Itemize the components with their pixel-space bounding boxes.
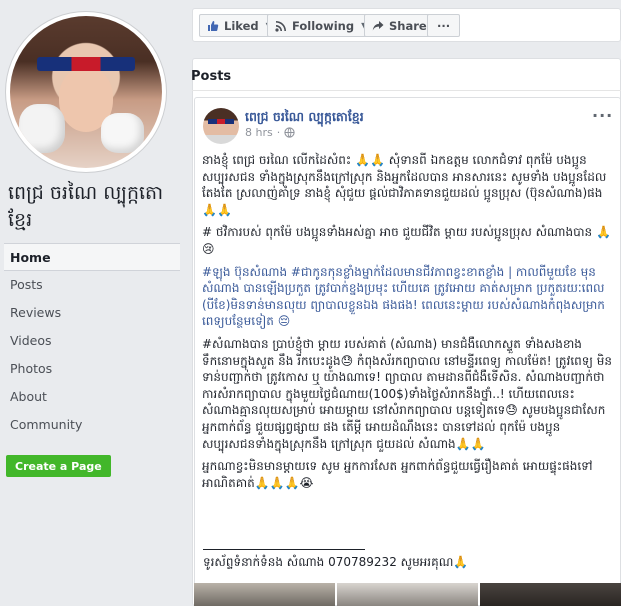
share-button[interactable]: Share	[364, 14, 435, 37]
more-icon: ···	[437, 18, 451, 33]
author-avatar[interactable]	[203, 108, 239, 144]
nav-item-posts[interactable]: Posts	[4, 271, 180, 299]
post-timestamp[interactable]: 8 hrs	[245, 126, 273, 139]
page-nav: Home Posts Reviews Videos Photos About C…	[4, 243, 180, 439]
boxing-glove	[101, 113, 144, 153]
create-page-button[interactable]: Create a Page	[6, 455, 111, 477]
globe-icon	[284, 127, 295, 138]
post-paragraph: # ថវិការបស់ ពុកម៉ែ បងប្អូនទាំងអស់គ្នា អា…	[202, 225, 611, 256]
nav-item-community[interactable]: Community	[4, 411, 180, 439]
nav-item-home[interactable]: Home	[4, 243, 180, 271]
post-paragraph-hashtag: #ឡុង ប៊ុនសំណាង #ជាកូនកុនខ្លាំងម្នាក់ដែលម…	[202, 264, 605, 329]
more-actions-button[interactable]: ···	[427, 14, 461, 37]
post-photo[interactable]	[194, 583, 335, 606]
thumbs-up-icon	[208, 20, 219, 31]
left-column: ពេជ្រ ចរណៃ ល្បុក្កតោខ្មែរ Home Posts Rev…	[0, 0, 182, 606]
post-photo[interactable]	[337, 583, 478, 606]
post-meta: 8 hrs ·	[245, 126, 295, 139]
post-paragraph: នាងខ្ញុំ ពេជ្រ ចរណៃ លើកដៃសំពះ 🙏🙏 សុំទានព…	[202, 153, 607, 217]
nav-item-videos[interactable]: Videos	[4, 327, 180, 355]
following-label: Following	[292, 18, 355, 33]
page-action-bar: Liked ▼ Following ▼ Share ···	[192, 8, 621, 42]
post-body: នាងខ្ញុំ ពេជ្រ ចរណៃ លើកដៃសំពះ 🙏🙏 សុំទានព…	[202, 152, 612, 497]
profile-photo	[10, 16, 162, 168]
share-label: Share	[389, 18, 427, 33]
boxing-glove	[19, 104, 65, 153]
share-icon	[372, 20, 384, 30]
post-photo[interactable]	[480, 583, 621, 606]
post-photo-strip[interactable]	[194, 583, 621, 606]
posts-heading: Posts	[191, 69, 232, 84]
following-button[interactable]: Following ▼	[267, 14, 376, 37]
post-contact-line: ទូរស័ព្ទទំនាក់ទំនង សំណាង 070789232 សូមអរ…	[203, 555, 469, 569]
nav-item-reviews[interactable]: Reviews	[4, 299, 180, 327]
post-paragraph: #សំណាងបាន ប្រាប់ខ្ញុំថា ម្ដាយ របស់គាត់ (…	[202, 336, 612, 451]
post-options-button[interactable]: ···	[592, 106, 613, 125]
flag-headband	[37, 57, 135, 72]
post-paragraph: អ្នកណាខ្វះមិនមានម្ដាយទេ សូម អ្នកការសែត អ…	[202, 459, 593, 490]
nav-item-about[interactable]: About	[4, 383, 180, 411]
rss-icon	[275, 20, 286, 32]
profile-picture[interactable]	[6, 12, 166, 172]
nav-item-photos[interactable]: Photos	[4, 355, 180, 383]
divider	[192, 90, 621, 91]
divider	[203, 549, 365, 550]
page-name[interactable]: ពេជ្រ ចរណៃ ល្បុក្កតោខ្មែរ	[8, 180, 180, 234]
liked-label: Liked	[224, 18, 259, 33]
